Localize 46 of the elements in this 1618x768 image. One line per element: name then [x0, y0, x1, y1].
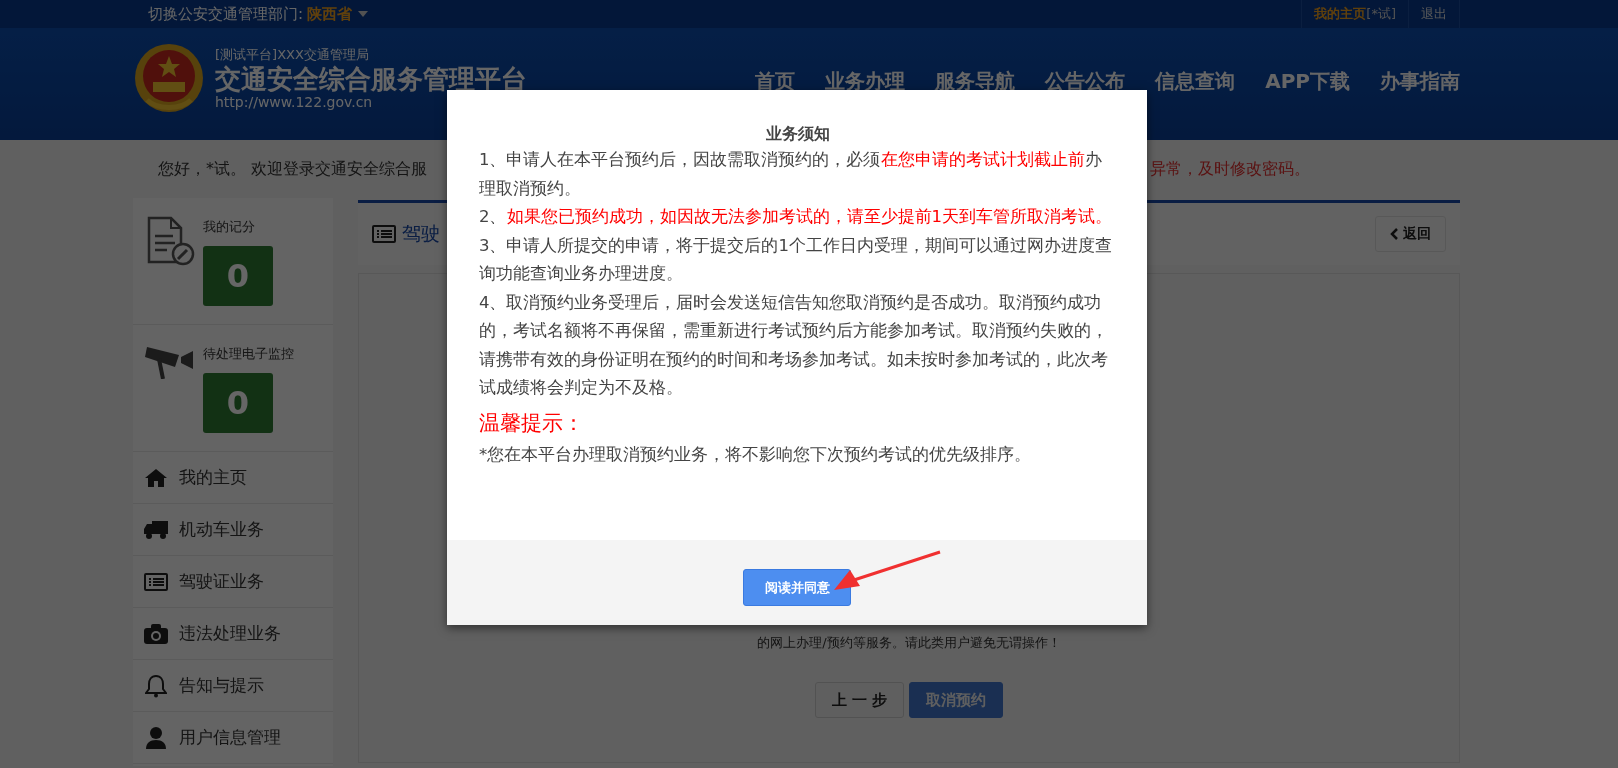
card-label: 我的记分: [203, 218, 256, 236]
notice-paragraph: 3、申请人所提交的申请，将于提交后的1个工作日内受理，期间可以通过网办进度查询功能查询业务办理进度。: [479, 234, 1113, 285]
document-icon: [145, 216, 195, 266]
sidebar-item[interactable]: 我的主页: [133, 452, 333, 504]
chevron-icon: [1390, 228, 1398, 240]
card-label: 待处理电子监控: [203, 345, 294, 363]
home-icon: [145, 467, 167, 488]
nav-link[interactable]: APP下载: [1265, 68, 1350, 95]
truck-icon: [144, 519, 168, 540]
count-badge: 0: [203, 246, 273, 306]
list-icon: [372, 225, 396, 243]
sidebar-item[interactable]: 用户信息管理: [133, 712, 333, 764]
nav-link[interactable]: 信息查询: [1155, 68, 1236, 95]
caret-icon: [358, 11, 369, 17]
tip-heading: 温馨提示：: [479, 409, 585, 437]
tip-text: *您在本平台办理取消预约业务，将不影响您下次预约考试的优先级排序。: [479, 443, 1033, 466]
notice-text: 的网上办理/预约等服务。请此类用户避免无谓操作！: [757, 634, 1061, 652]
dialog-title: 业务须知: [765, 123, 831, 145]
sidebar-item[interactable]: 机动车业务: [133, 504, 333, 556]
site-url: http://www.122.gov.cn: [215, 94, 374, 110]
emblem-icon: [133, 42, 205, 114]
panel-title: 驾驶: [402, 221, 440, 246]
agree-button[interactable]: 阅读并同意: [743, 569, 851, 606]
region-label: 切换公安交通管理部门:: [148, 4, 304, 24]
security-warning: 异常，及时修改密码。: [1150, 158, 1310, 180]
back-button[interactable]: 返回: [1375, 216, 1446, 252]
sidebar-item[interactable]: 违法处理业务: [133, 608, 333, 660]
region-dropdown[interactable]: 陕西省: [307, 4, 369, 24]
sidebar-item[interactable]: 告知与提示: [133, 660, 333, 712]
count-badge: 0: [203, 373, 273, 433]
bell-icon: [145, 673, 167, 698]
agency-name: [测试平台]XXX交通管理局: [215, 46, 370, 64]
user-icon: [146, 726, 166, 749]
cancel-button[interactable]: 取消预约: [909, 682, 1004, 718]
sidebar-item[interactable]: 驾驶证业务: [133, 556, 333, 608]
user-name: [*试]: [1366, 5, 1396, 23]
list-icon: [144, 572, 168, 591]
camera-icon: [144, 623, 168, 644]
previous-button[interactable]: 上 一 步: [814, 682, 905, 718]
notice-paragraph: 1、申请人在本平台预约后，因故需取消预约的，必须在您申请的考试计划截止前办理取消预约。: [479, 149, 1103, 200]
logout-link[interactable]: 退出: [1421, 5, 1447, 23]
notice-paragraph: 2、如果您已预约成功，如因故无法参加考试的，请至少提前1天到车管所取消考试。: [479, 206, 1113, 228]
nav-link[interactable]: 办事指南: [1380, 68, 1460, 95]
notice-paragraph: 4、取消预约业务受理后，届时会发送短信告知您取消预约是否成功。取消预约成功的，考试名额将不再保留，需重新进行考试预约后方能参加考试。取消预约失败的，请携带有效的身份证明在预约的时间和考场参加考试。如未按时参加考试的，此次考试成绩将会判定为不及格。: [479, 291, 1109, 399]
home-link[interactable]: 我的主页: [1314, 5, 1367, 23]
welcome-text: 您好，*试。 欢迎登录交通安全综合服: [158, 158, 428, 180]
